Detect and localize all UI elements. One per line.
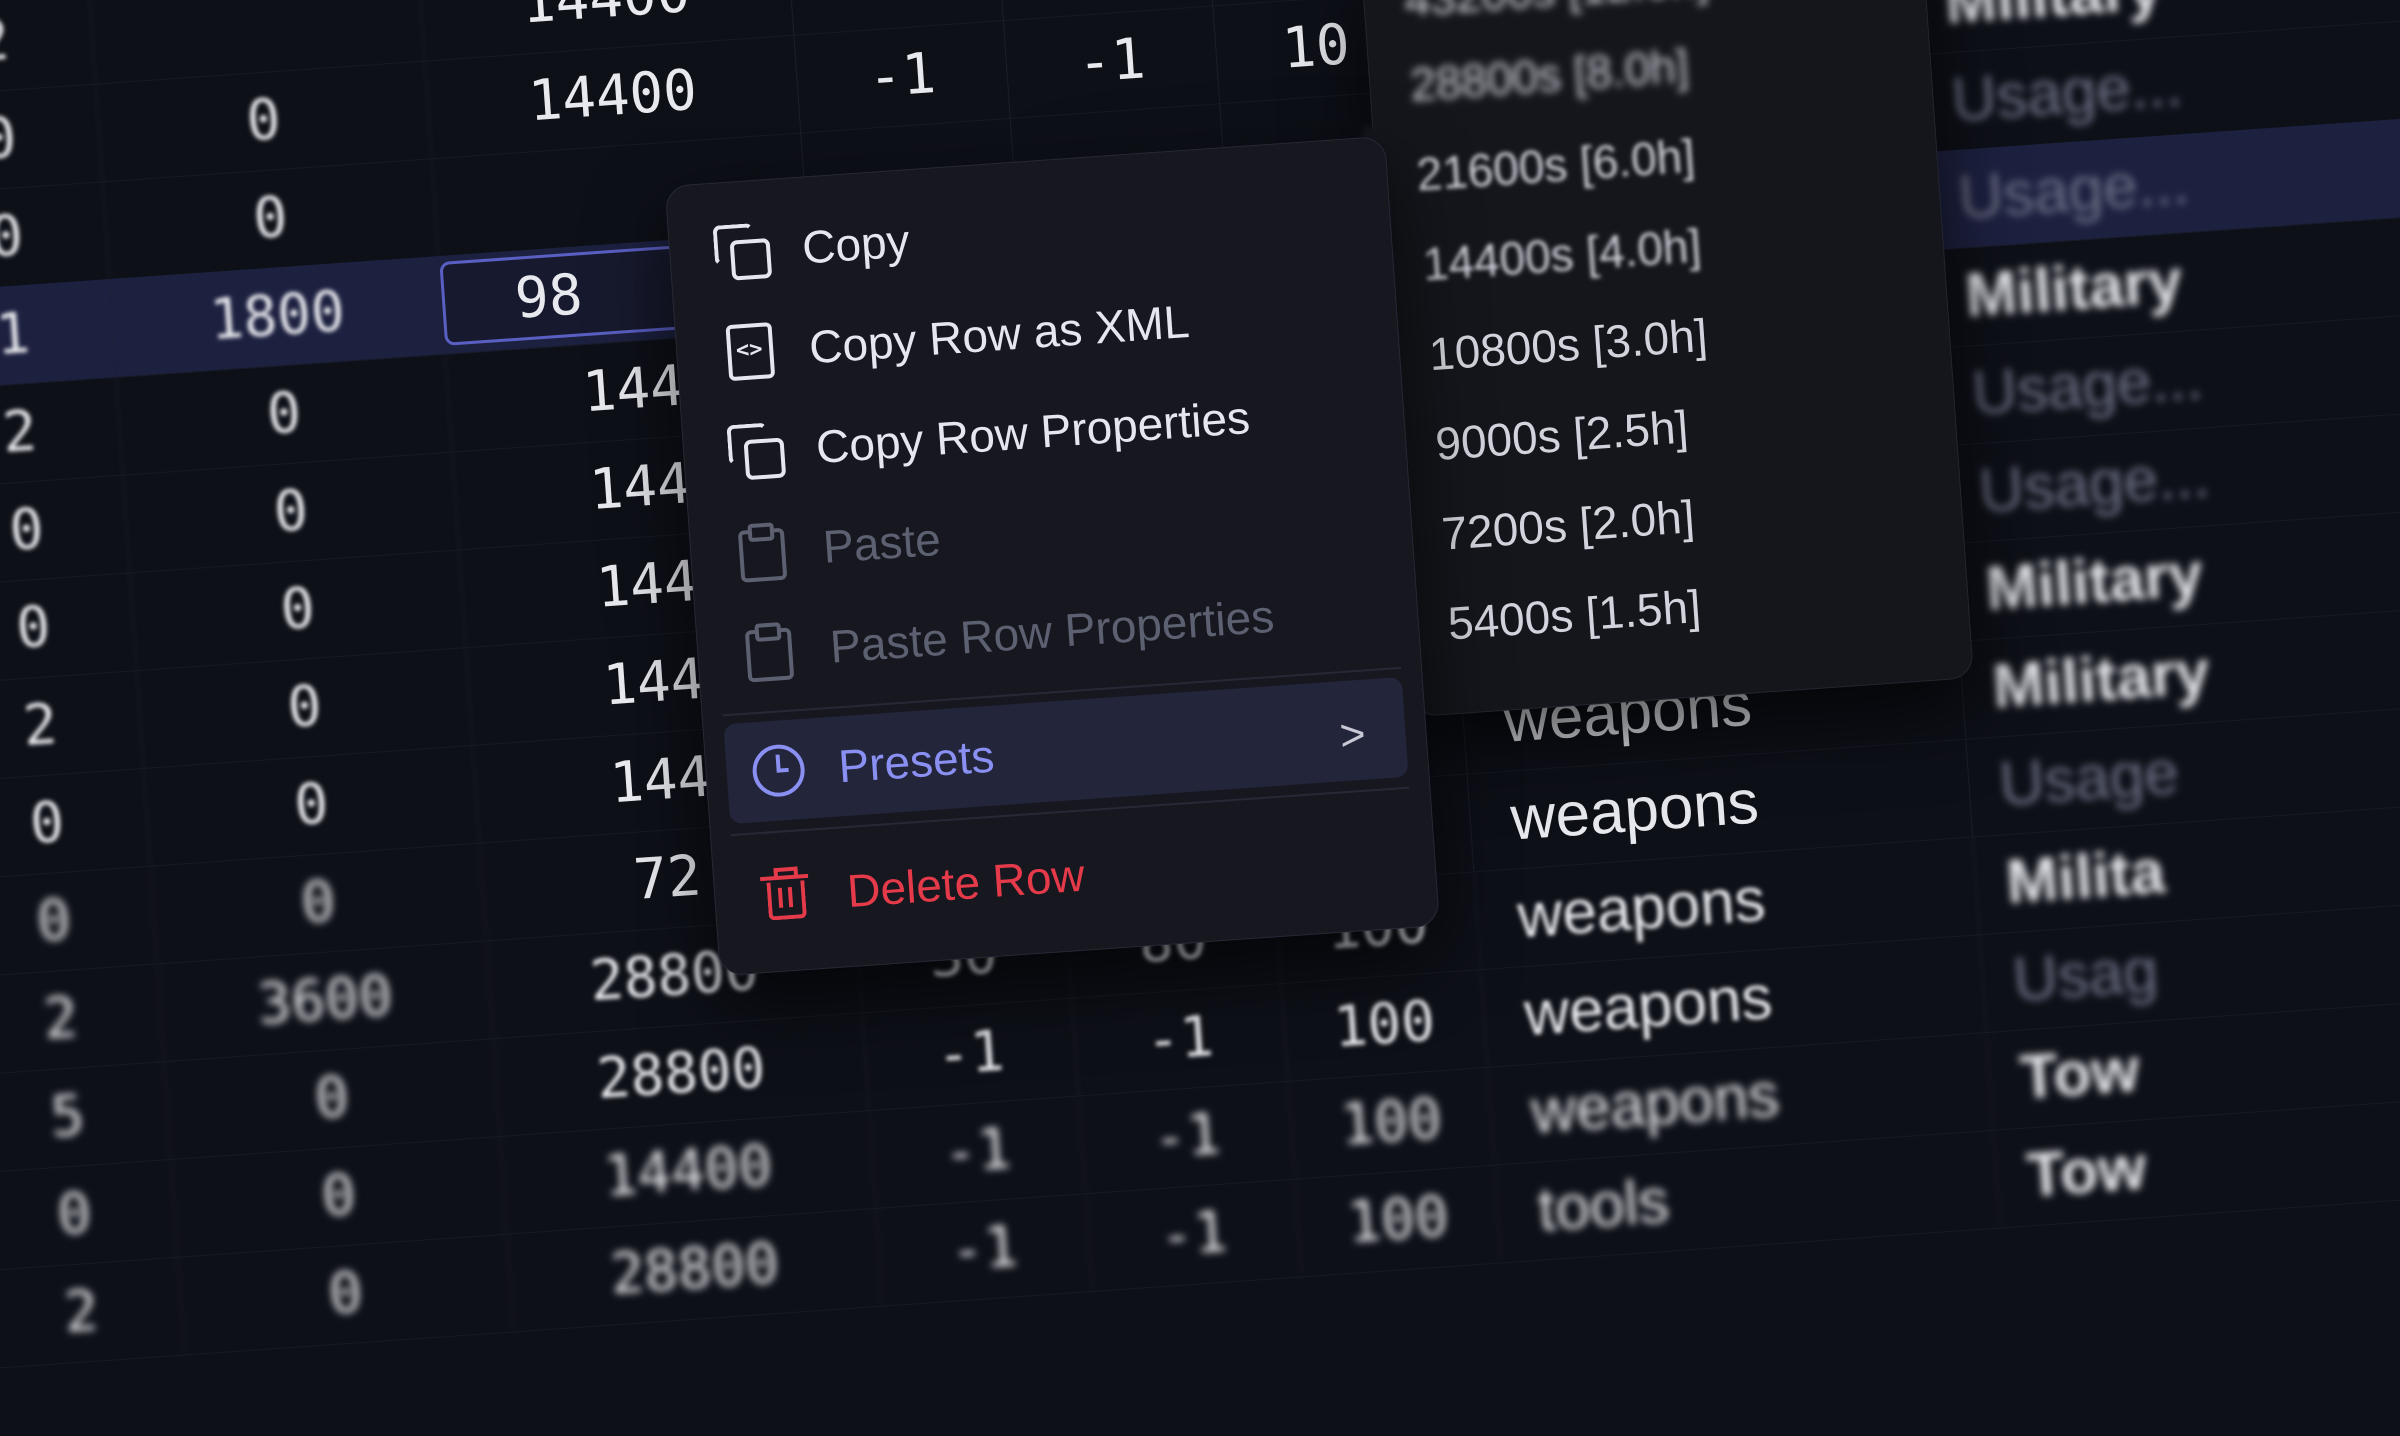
chevron-right-icon: > (1338, 709, 1368, 761)
table-cell[interactable]: 100 (1288, 1066, 1495, 1179)
table-cell[interactable]: -1 (876, 1193, 1093, 1306)
table-cell[interactable]: 2 (0, 670, 144, 782)
table-cell[interactable]: -1 (1072, 983, 1289, 1096)
table-cell[interactable]: -1 (862, 997, 1080, 1111)
table-cell[interactable]: 0 (0, 181, 110, 294)
table-cell[interactable]: 0 (0, 1158, 179, 1271)
table-cell[interactable]: 0 (0, 865, 158, 978)
copy-icon (712, 222, 773, 282)
table-cell[interactable]: 0 (0, 474, 131, 587)
menu-item-presets[interactable]: Presets > (723, 676, 1409, 825)
menu-item-label: Presets (836, 729, 996, 793)
context-menu: Copy <> Copy Row as XML Copy Row Propert… (664, 135, 1441, 977)
table-cell[interactable]: 100 (1281, 969, 1489, 1081)
menu-item-label: Copy Row Properties (814, 390, 1252, 474)
clipboard-icon (740, 621, 800, 683)
table-cell[interactable]: 5 (0, 1061, 172, 1173)
menu-item-label: Copy Row as XML (807, 294, 1192, 374)
cell-editor-value: 98 (512, 262, 585, 332)
table-cell[interactable]: 2 (0, 376, 124, 489)
menu-item-label: Delete Row (845, 848, 1087, 918)
menu-item-label: Paste (821, 512, 943, 573)
scene: 2144001Contaminat0014400-1-110Military00… (0, 0, 2400, 1432)
table-cell[interactable]: 1 (0, 279, 117, 391)
clipboard-icon (733, 521, 793, 583)
table-cell[interactable]: 100 (1295, 1164, 1502, 1277)
table-cell[interactable]: 0 (0, 767, 151, 880)
menu-item-label: Copy (800, 214, 912, 274)
table-cell[interactable]: 2 (0, 0, 97, 98)
trash-icon (757, 865, 817, 925)
table-cell[interactable]: -1 (794, 20, 1011, 133)
menu-item-delete-row[interactable]: Delete Row (732, 802, 1417, 949)
table-cell[interactable]: 0 (0, 572, 138, 685)
copy-icon (726, 422, 787, 482)
clock-icon (749, 741, 809, 801)
table-cell[interactable]: 2 (0, 1256, 185, 1369)
table-cell[interactable]: -1 (1079, 1080, 1296, 1194)
table-cell[interactable]: 2 (0, 963, 165, 1076)
presets-submenu: 43200s [12.0h] 28800s [8.0h] 21600s [6.0… (1360, 0, 1975, 718)
table-cell[interactable]: -1 (1003, 5, 1221, 118)
table-cell[interactable]: -1 (1085, 1178, 1303, 1291)
file-code-icon: <> (719, 322, 779, 382)
table-cell[interactable]: -1 (869, 1095, 1086, 1208)
table-cell[interactable]: 0 (0, 83, 103, 196)
menu-item-label: Paste Row Properties (828, 589, 1276, 673)
